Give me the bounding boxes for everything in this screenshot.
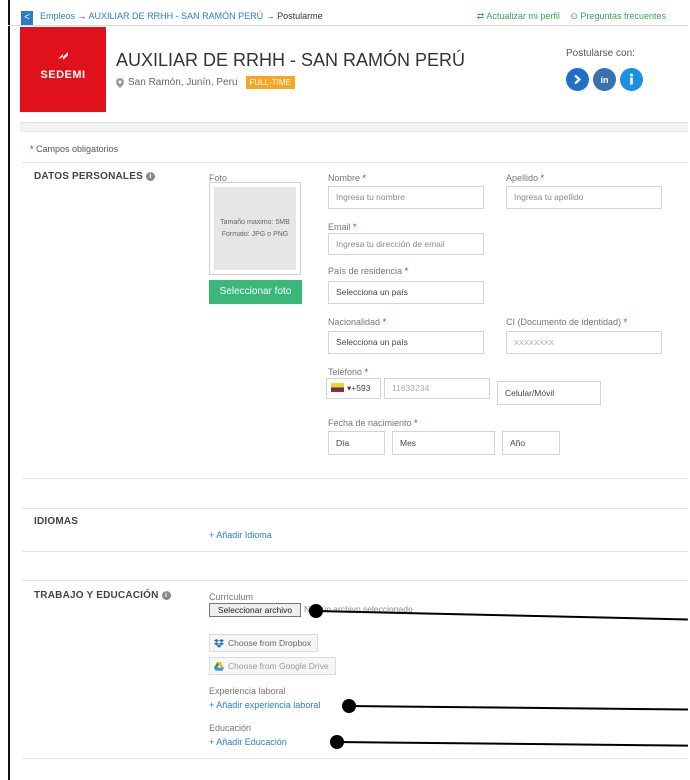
breadcrumb-job[interactable]: AUXILIAR DE RRHH - SAN RAMÓN PERÚ <box>89 11 264 21</box>
breadcrumb-empleos[interactable]: Empleos <box>40 11 75 21</box>
back-button[interactable]: < <box>21 11 33 25</box>
year-select[interactable]: Año <box>502 431 560 455</box>
company-logo-text: SEDEMI <box>40 69 86 81</box>
personal-data-section-title: DATOS PERSONALES i <box>34 171 155 182</box>
select-photo-button[interactable]: Seleccionar foto <box>209 280 302 304</box>
apply-with-label: Postularse con: <box>566 48 635 59</box>
divider <box>22 758 688 759</box>
month-select[interactable]: Mes <box>392 431 495 455</box>
required-fields-note: * Campos obligatorios <box>30 144 119 154</box>
divider <box>22 478 688 479</box>
experience-label: Experiencia laboral <box>209 686 286 696</box>
google-drive-button[interactable]: Choose from Google Drive <box>209 657 336 675</box>
apply-with-icons: in <box>566 68 643 91</box>
job-type-badge: FULL-TIME <box>245 76 295 89</box>
job-location: San Ramón, Junín, Peru FULL-TIME <box>116 76 295 89</box>
fecha-label: Fecha de nacimiento * <box>328 418 418 428</box>
nombre-label: Nombre * <box>328 173 367 183</box>
divider <box>22 162 688 163</box>
add-language-link[interactable]: + Añadir Idioma <box>209 530 272 540</box>
apellido-label: Apellido * <box>506 173 545 183</box>
google-drive-icon <box>214 661 224 671</box>
select-file-button[interactable]: Seleccionar archivo <box>209 603 301 617</box>
nombre-input[interactable]: Ingresa tu nombre <box>328 186 484 209</box>
divider <box>22 551 688 552</box>
idiomas-section-title: IDIOMAS <box>34 516 79 527</box>
job-title: AUXILIAR DE RRHH - SAN RAMÓN PERÚ <box>116 50 466 70</box>
apellido-input[interactable]: Ingresa tu apellido <box>506 186 662 209</box>
linkedin-icon[interactable]: in <box>593 68 616 91</box>
photo-upload-area[interactable]: Tamaño maximo: 5MB Formato: JPG o PNG <box>209 182 301 275</box>
pais-select[interactable]: Selecciona un país <box>328 281 484 304</box>
breadcrumb: Empleos → AUXILIAR DE RRHH - SAN RAMÓN P… <box>40 11 323 21</box>
phone-type-select[interactable]: Celular/Móvil <box>497 381 601 405</box>
divider <box>22 508 688 509</box>
day-select[interactable]: Día <box>328 431 385 455</box>
dropbox-button[interactable]: Choose from Dropbox <box>209 634 319 652</box>
nacionalidad-label: Nacionalidad * <box>328 317 387 327</box>
breadcrumb-separator: → <box>265 11 275 21</box>
add-experience-link[interactable]: + Añadir experiencia laboral <box>209 700 320 710</box>
arrow-icon[interactable] <box>566 68 589 91</box>
header-separator <box>20 122 688 132</box>
breadcrumb-separator: → <box>77 11 87 21</box>
photo-size-hint: Tamaño maximo: 5MB <box>220 218 290 226</box>
nacionalidad-select[interactable]: Selecciona un país <box>328 331 484 354</box>
update-profile-link[interactable]: ⇄ Actualizar mi perfil <box>477 11 560 21</box>
company-logo: SEDEMI <box>20 27 106 112</box>
info-icon[interactable] <box>620 68 643 91</box>
info-icon: i <box>161 591 171 600</box>
ci-input[interactable]: XXXXXXXX <box>506 331 662 354</box>
info-icon: i <box>145 172 155 181</box>
top-links: ⇄ Actualizar mi perfil ⊙ Preguntas frecu… <box>469 11 666 22</box>
divider <box>22 580 688 581</box>
add-education-link[interactable]: + Añadir Educación <box>209 737 287 747</box>
location-pin-icon <box>116 77 124 88</box>
dropbox-icon <box>214 638 224 648</box>
pais-label: País de residencia * <box>328 266 409 276</box>
ecuador-flag-icon <box>331 383 344 392</box>
phone-country-select[interactable]: ▾+593 <box>326 378 381 399</box>
ci-label: CI (Documento de identidad) * <box>506 317 628 327</box>
location-text: San Ramón, Junín, Peru <box>128 77 238 88</box>
education-label: Educación <box>209 723 252 733</box>
email-label: Email * <box>328 222 357 232</box>
email-input[interactable]: Ingresa tu dirección de email <box>328 233 484 255</box>
photo-format-hint: Formato: JPG o PNG <box>221 230 289 238</box>
phone-input[interactable]: 11633234 <box>384 378 490 399</box>
curriculum-label: Currículum <box>209 592 254 602</box>
sedemi-logo-icon <box>58 52 68 60</box>
telefono-label: Teléfono * <box>328 367 369 377</box>
faq-link[interactable]: ⊙ Preguntas frecuentes <box>570 11 666 21</box>
work-education-section-title: TRABAJO Y EDUCACIÓN i <box>34 590 171 601</box>
breadcrumb-current: Postularme <box>277 11 323 21</box>
